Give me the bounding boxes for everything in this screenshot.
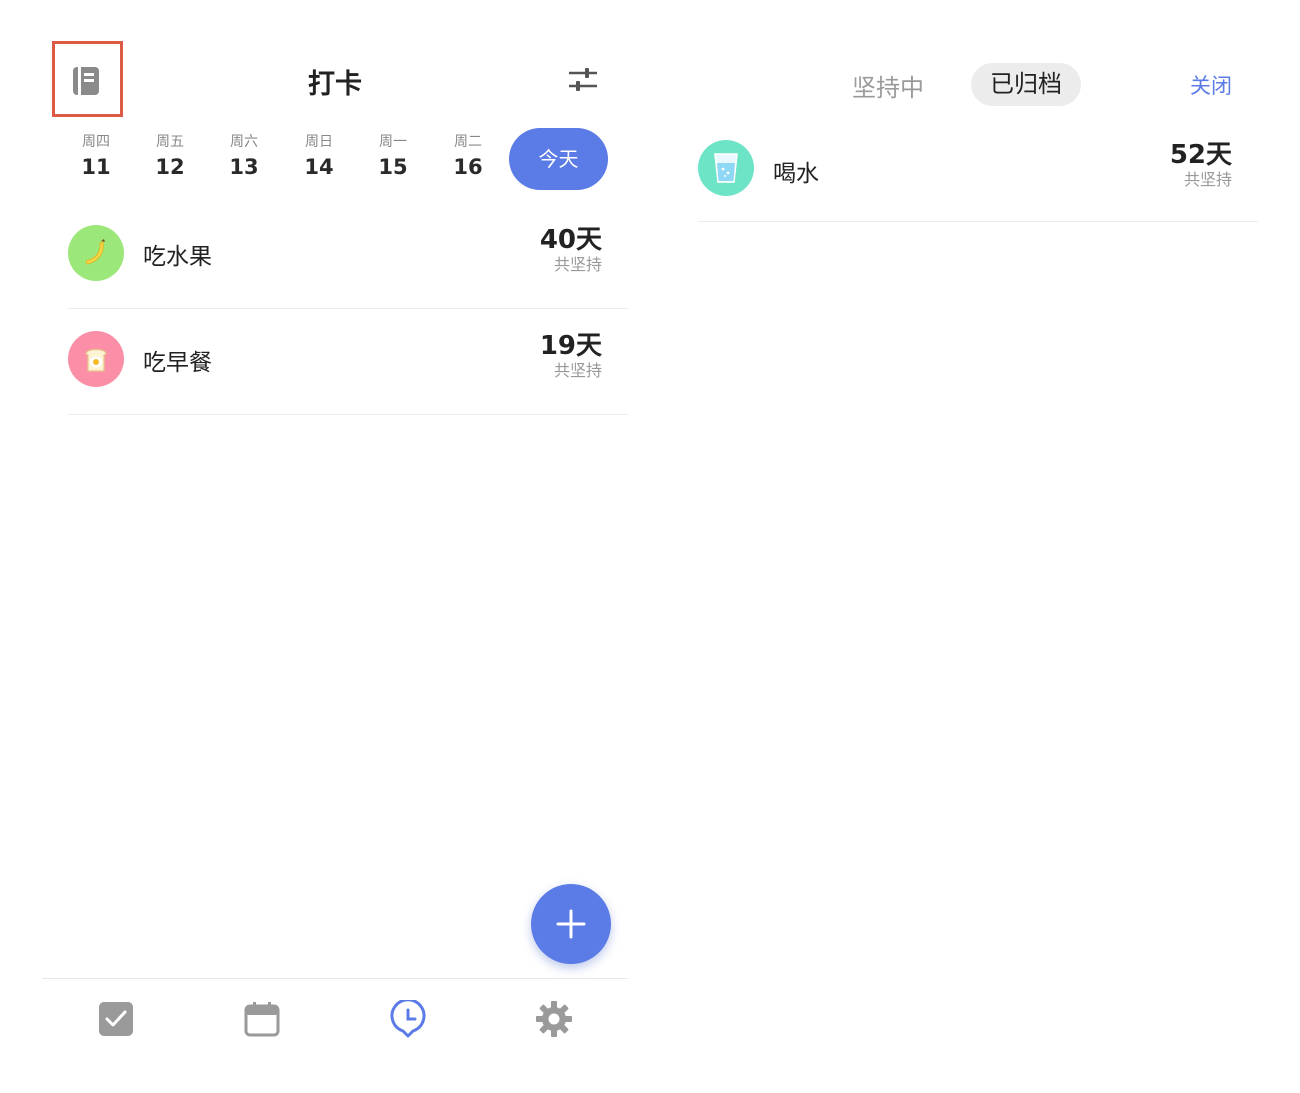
day-weekday: 周一	[379, 134, 407, 150]
day-item[interactable]: 周日 14	[289, 133, 349, 179]
habit-row[interactable]: 喝水 52天 共坚持	[698, 118, 1258, 222]
day-item[interactable]: 周二 16	[438, 133, 498, 179]
segment-active-habits[interactable]: 坚持中	[852, 68, 924, 103]
toast-egg-icon	[68, 331, 124, 387]
add-habit-button[interactable]	[531, 884, 611, 964]
day-weekday: 周五	[156, 134, 184, 150]
archive-screen: 坚持中 已归档 关闭 喝水 52天 共坚持	[690, 0, 1258, 1093]
habit-name: 吃水果	[143, 244, 212, 270]
day-date: 14	[304, 155, 334, 179]
day-weekday: 周二	[454, 134, 482, 150]
close-button[interactable]: 关闭	[1190, 70, 1232, 100]
habit-days-label: 共坚持	[1183, 170, 1232, 189]
day-date: 15	[378, 155, 408, 179]
water-glass-icon	[698, 140, 754, 196]
day-date: 11	[81, 155, 111, 179]
habit-stats: 52天 共坚持	[1170, 140, 1232, 190]
today-button[interactable]: 今天	[509, 128, 608, 190]
checklist-icon	[99, 1002, 133, 1036]
day-weekday: 周六	[230, 134, 258, 150]
habit-days-label: 共坚持	[553, 255, 602, 274]
bottom-tab-bar	[42, 978, 628, 1058]
day-date: 12	[155, 155, 185, 179]
habit-stats: 19天 共坚持	[540, 331, 602, 381]
day-weekday: 周日	[305, 134, 333, 150]
sliders-icon[interactable]	[568, 67, 598, 93]
day-item[interactable]: 周一 15	[363, 133, 423, 179]
habit-days-count: 19天	[539, 331, 602, 361]
day-weekday: 周四	[82, 134, 110, 150]
habit-days-count: 52天	[1169, 140, 1232, 170]
habit-row[interactable]: 吃早餐 19天 共坚持	[68, 309, 628, 415]
tab-clock[interactable]	[388, 999, 428, 1039]
page-title: 打卡	[308, 69, 362, 100]
habit-row[interactable]: 吃水果 40天 共坚持	[68, 203, 628, 309]
tab-calendar[interactable]	[242, 999, 282, 1039]
plus-icon	[556, 909, 586, 939]
day-item[interactable]: 周四 11	[66, 133, 126, 179]
day-date: 16	[453, 155, 483, 179]
day-item[interactable]: 周五 12	[140, 133, 200, 179]
habit-days-count: 40天	[539, 225, 602, 255]
habits-screen: 打卡 周四 11 周五 12 周六 13 周日 14 周一 15 周二 16 今…	[42, 0, 628, 1093]
gear-icon	[536, 1001, 572, 1037]
tab-settings[interactable]	[534, 999, 574, 1039]
habit-name: 喝水	[773, 161, 819, 187]
tab-checklist[interactable]	[96, 999, 136, 1039]
calendar-icon	[244, 1002, 280, 1037]
day-date: 13	[229, 155, 259, 179]
habit-name: 吃早餐	[143, 350, 212, 376]
habit-stats: 40天 共坚持	[540, 225, 602, 275]
banana-icon	[68, 225, 124, 281]
clock-icon	[390, 1000, 426, 1038]
segment-archived[interactable]: 已归档	[971, 63, 1081, 106]
habit-days-label: 共坚持	[553, 361, 602, 380]
day-item[interactable]: 周六 13	[214, 133, 274, 179]
